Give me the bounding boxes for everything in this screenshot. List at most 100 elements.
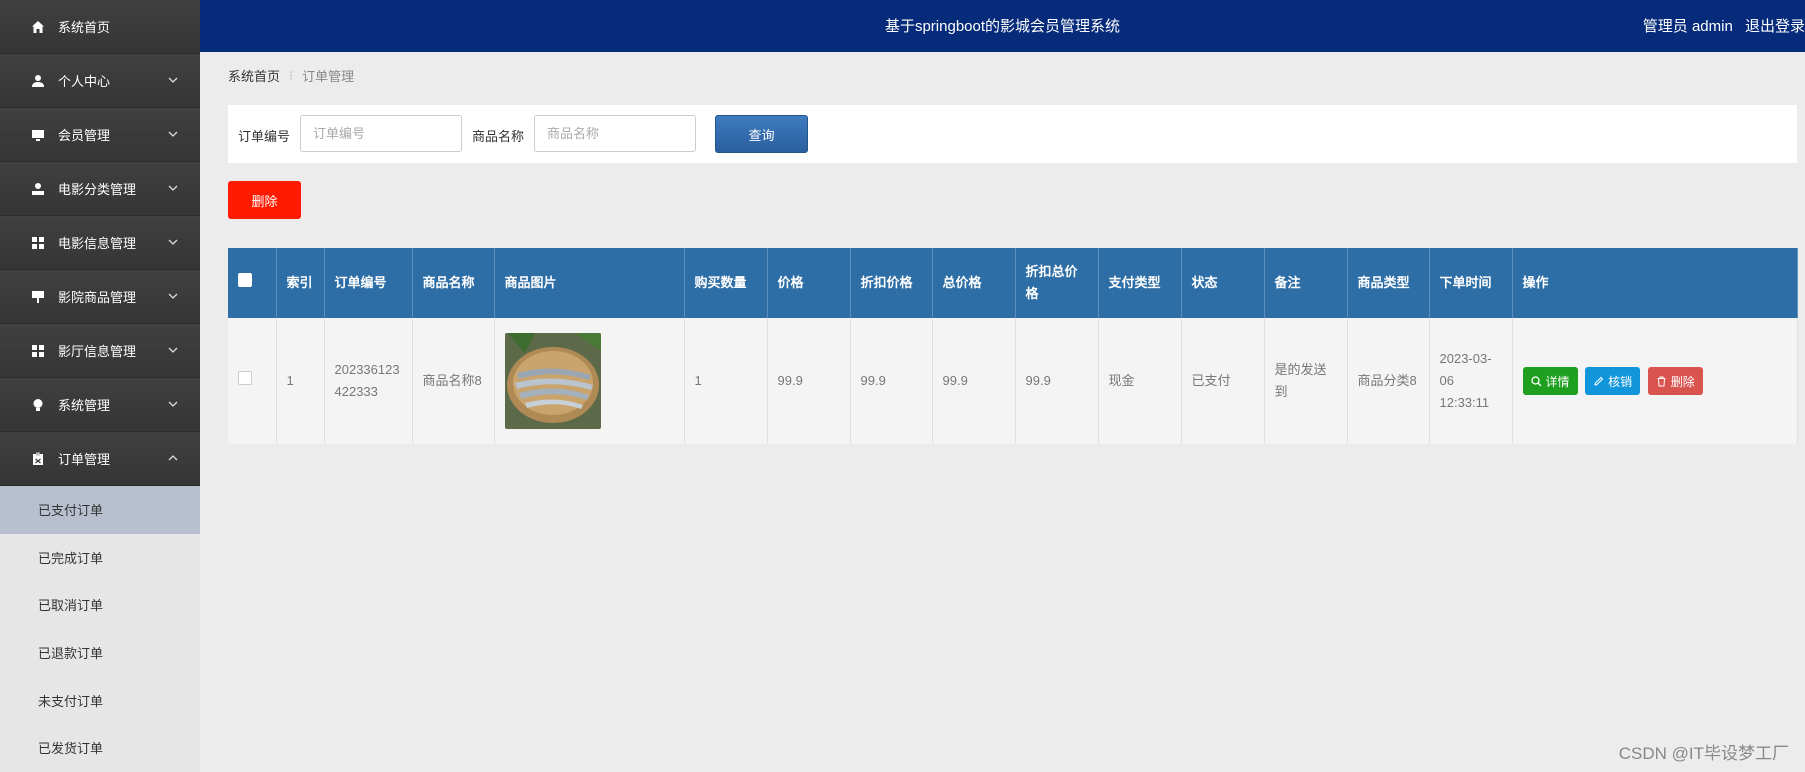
bulb-icon: [30, 397, 46, 413]
cell-product-image: [494, 318, 685, 444]
column-header: 折扣价格: [850, 248, 933, 318]
row-delete-button[interactable]: 删除: [1647, 367, 1703, 395]
sidebar-item-movie-info[interactable]: 电影信息管理: [0, 216, 200, 270]
user-icon: [30, 73, 46, 89]
search-icon: [1530, 375, 1541, 386]
column-header: 商品类型: [1347, 248, 1430, 318]
monitor-icon: [30, 127, 46, 143]
user-area: 管理员 admin 退出登录: [1635, 15, 1805, 36]
sidebar-item-profile[interactable]: 个人中心: [0, 54, 200, 108]
column-header: 订单编号: [324, 248, 413, 318]
column-header: 下单时间: [1429, 248, 1513, 318]
cell-order-time: 2023-03-06 12:33:11: [1429, 318, 1513, 444]
breadcrumb-current: 订单管理: [302, 69, 355, 84]
chevron-down-icon: [168, 77, 178, 83]
orders-table: 索引 订单编号 商品名称 商品图片 购买数量 价格 折扣价格 总价格 折扣总价格…: [228, 248, 1798, 444]
edit-icon: [1594, 376, 1604, 386]
product-image[interactable]: [504, 333, 601, 429]
breadcrumb: 系统首页 ⁝ 订单管理: [228, 66, 354, 85]
cell-index: 1: [276, 318, 325, 444]
column-header: 商品名称: [412, 248, 495, 318]
chevron-down-icon: [168, 401, 178, 407]
table-header-row: 索引 订单编号 商品名称 商品图片 购买数量 价格 折扣价格 总价格 折扣总价格…: [228, 248, 1798, 318]
order-no-label: 订单编号: [238, 129, 291, 144]
submenu-item-shipped[interactable]: 已发货订单: [0, 724, 200, 772]
breadcrumb-home[interactable]: 系统首页: [228, 66, 280, 85]
sidebar-item-members[interactable]: 会员管理: [0, 108, 200, 162]
column-header: 商品图片: [494, 248, 685, 318]
person-badge-icon: [30, 181, 46, 197]
column-header: 状态: [1181, 248, 1265, 318]
sidebar-item-label: 电影信息管理: [58, 236, 137, 251]
cell-discount-price: 99.9: [850, 318, 933, 444]
product-name-input[interactable]: [534, 115, 696, 152]
table-row: 1 202336123422333 商品名称8 1 99.9 99.9 99.9…: [228, 318, 1798, 444]
home-icon: [30, 19, 46, 35]
sidebar-item-label: 影院商品管理: [58, 290, 137, 305]
cell-order-no: 202336123422333: [324, 318, 413, 444]
chevron-up-icon: [168, 455, 178, 461]
cell-product-type: 商品分类8: [1347, 318, 1430, 444]
submenu-item-completed[interactable]: 已完成订单: [0, 534, 200, 582]
sign-icon: [30, 289, 46, 305]
sidebar-item-label: 电影分类管理: [58, 182, 137, 197]
top-header: 基于springboot的影城会员管理系统 管理员 admin 退出登录: [200, 0, 1805, 52]
breadcrumb-separator-icon: ⁝: [289, 67, 294, 83]
sidebar-item-label: 影厅信息管理: [58, 344, 137, 359]
column-header: 价格: [767, 248, 851, 318]
product-name-label: 商品名称: [472, 129, 525, 144]
verify-label: 核销: [1608, 374, 1633, 389]
column-header: 操作: [1512, 248, 1798, 318]
cell-product-name: 商品名称8: [412, 318, 495, 444]
column-header: 购买数量: [684, 248, 768, 318]
sidebar-item-system[interactable]: 系统管理: [0, 378, 200, 432]
select-all-cell: [228, 248, 277, 318]
detail-label: 详情: [1545, 374, 1570, 389]
watermark: CSDN @IT毕设梦工厂: [1618, 744, 1789, 763]
batch-delete-button[interactable]: 删除: [228, 181, 301, 219]
order-no-input[interactable]: [300, 115, 462, 152]
sidebar: 系统首页 个人中心 会员管理 电影分类管理 电影信息管理 影院商品管理 影厅信息…: [0, 0, 200, 772]
submenu-item-paid[interactable]: 已支付订单: [0, 486, 200, 534]
query-button[interactable]: 查询: [715, 115, 808, 153]
column-header: 总价格: [932, 248, 1016, 318]
submenu-item-unpaid[interactable]: 未支付订单: [0, 676, 200, 724]
sidebar-item-label: 系统首页: [58, 20, 111, 35]
logout-link[interactable]: 退出登录: [1745, 18, 1805, 35]
cell-discount-total: 99.9: [1015, 318, 1099, 444]
cell-total-price: 99.9: [932, 318, 1016, 444]
detail-button[interactable]: 详情: [1522, 367, 1578, 395]
orders-submenu: 已支付订单 已完成订单 已取消订单 已退款订单 未支付订单 已发货订单: [0, 486, 200, 772]
search-panel: 订单编号 商品名称 查询: [228, 105, 1797, 163]
cell-price: 99.9: [767, 318, 851, 444]
sidebar-item-label: 个人中心: [58, 74, 111, 89]
user-label: 管理员 admin: [1642, 18, 1733, 35]
select-all-checkbox[interactable]: [238, 273, 252, 287]
row-checkbox[interactable]: [238, 371, 252, 385]
sidebar-item-home[interactable]: 系统首页: [0, 0, 200, 54]
chevron-down-icon: [168, 293, 178, 299]
cell-remark: 是的发送到: [1264, 318, 1348, 444]
app-title: 基于springboot的影城会员管理系统: [884, 18, 1121, 35]
sidebar-item-movie-category[interactable]: 电影分类管理: [0, 162, 200, 216]
chevron-down-icon: [168, 131, 178, 137]
verify-button[interactable]: 核销: [1585, 367, 1641, 395]
grid-icon: [30, 235, 46, 251]
column-header: 折扣总价格: [1015, 248, 1099, 318]
cell-status: 已支付: [1181, 318, 1265, 444]
cell-actions: 详情 核销 删除: [1512, 318, 1798, 444]
submenu-item-cancelled[interactable]: 已取消订单: [0, 581, 200, 629]
column-header: 索引: [276, 248, 325, 318]
sidebar-item-label: 会员管理: [58, 128, 111, 143]
sidebar-item-hall-info[interactable]: 影厅信息管理: [0, 324, 200, 378]
chevron-down-icon: [168, 239, 178, 245]
chevron-down-icon: [168, 185, 178, 191]
submenu-item-refunded[interactable]: 已退款订单: [0, 629, 200, 677]
grid-icon: [30, 343, 46, 359]
cell-pay-type: 现金: [1098, 318, 1182, 444]
column-header: 备注: [1264, 248, 1348, 318]
chevron-down-icon: [168, 347, 178, 353]
sidebar-item-cinema-products[interactable]: 影院商品管理: [0, 270, 200, 324]
sidebar-item-orders[interactable]: 订单管理: [0, 432, 200, 486]
row-select-cell: [228, 318, 277, 444]
